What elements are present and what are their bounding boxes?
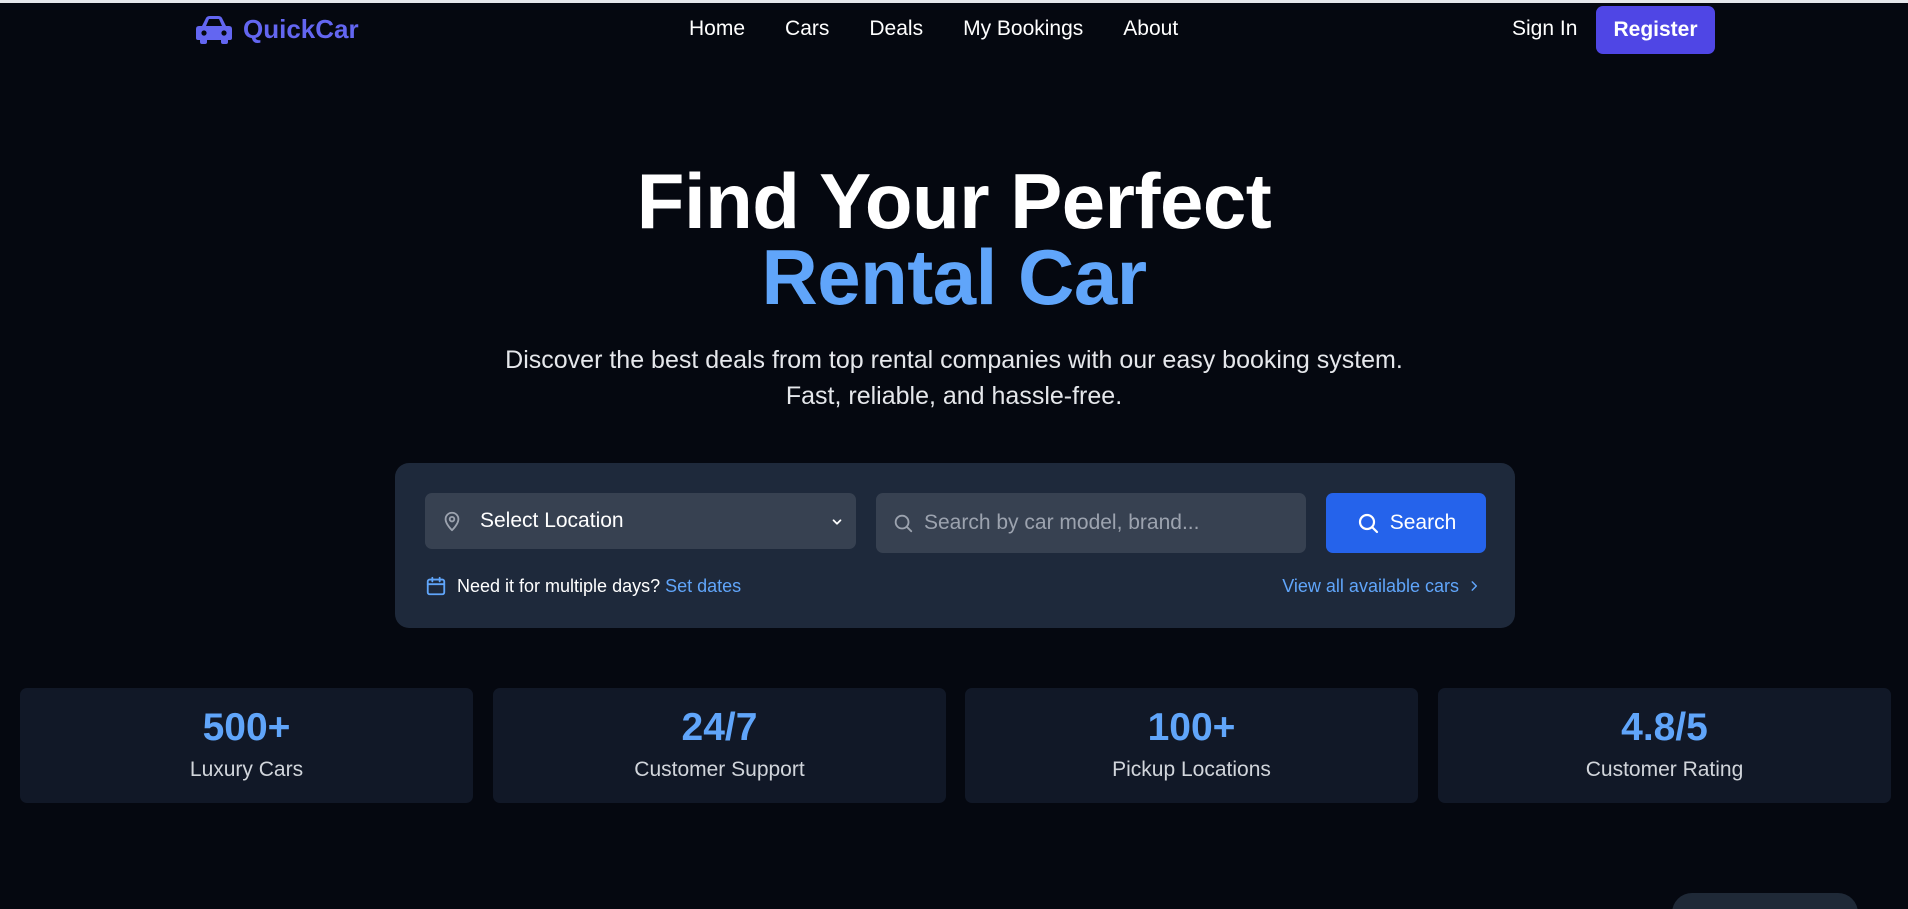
stat-value: 100+ [1147, 706, 1236, 749]
floating-widget[interactable] [1672, 893, 1858, 909]
nav-link-cars[interactable]: Cars [785, 17, 829, 41]
navbar: QuickCar Home Cars Deals My Bookings Abo… [0, 3, 1908, 54]
brand-name: QuickCar [243, 13, 359, 44]
stat-label: Luxury Cars [189, 758, 304, 781]
stat-value: 500+ [202, 706, 291, 749]
stat-label: Customer Support [634, 758, 805, 781]
search-card: Select Location Search Need it for multi… [395, 463, 1515, 628]
stat-value: 4.8/5 [1621, 706, 1708, 749]
chevron-down-icon [832, 519, 842, 525]
stat-card-rating: 4.8/5 Customer Rating [1438, 688, 1891, 803]
dates-row: Need it for multiple days? Set dates [425, 573, 741, 599]
search-field[interactable] [876, 493, 1306, 553]
set-dates-link[interactable]: Set dates [665, 576, 741, 597]
nav-link-about[interactable]: About [1123, 17, 1178, 41]
location-select[interactable]: Select Location [425, 493, 856, 549]
hero-title: Find Your Perfect [636, 157, 1272, 245]
stat-label: Pickup Locations [1112, 758, 1271, 781]
nav-link-home[interactable]: Home [689, 17, 745, 41]
search-button-label: Search [1389, 511, 1457, 534]
brand-logo[interactable]: QuickCar [194, 11, 359, 47]
dates-prompt: Need it for multiple days? [457, 575, 661, 596]
stat-card-cars: 500+ Luxury Cars [20, 688, 473, 803]
view-all-cars-link[interactable]: View all available cars [1282, 573, 1481, 599]
calendar-icon [426, 576, 446, 596]
location-select-value: Select Location [480, 509, 624, 532]
stat-value: 24/7 [681, 706, 758, 749]
nav-link-my-bookings[interactable]: My Bookings [963, 17, 1083, 41]
chevron-right-icon [1471, 581, 1478, 591]
stat-card-support: 24/7 Customer Support [493, 688, 946, 803]
hero-subtitle: Discover the best deals from top rental … [505, 346, 1403, 410]
view-all-cars-label: View all available cars [1282, 575, 1459, 596]
hero-title-highlight: Rental Car [761, 233, 1147, 321]
search-button-icon [1358, 513, 1378, 534]
register-button[interactable]: Register [1596, 6, 1715, 54]
map-pin-icon [444, 511, 460, 532]
nav-link-deals[interactable]: Deals [869, 17, 923, 41]
stat-card-locations: 100+ Pickup Locations [965, 688, 1418, 803]
search-input[interactable] [924, 493, 1294, 553]
nav-links: Home Cars Deals My Bookings About [689, 11, 1178, 47]
search-icon [894, 514, 913, 533]
search-button[interactable]: Search [1326, 493, 1486, 553]
stat-label: Customer Rating [1585, 758, 1744, 781]
sign-in-link[interactable]: Sign In [1512, 11, 1577, 47]
car-icon [196, 16, 232, 44]
